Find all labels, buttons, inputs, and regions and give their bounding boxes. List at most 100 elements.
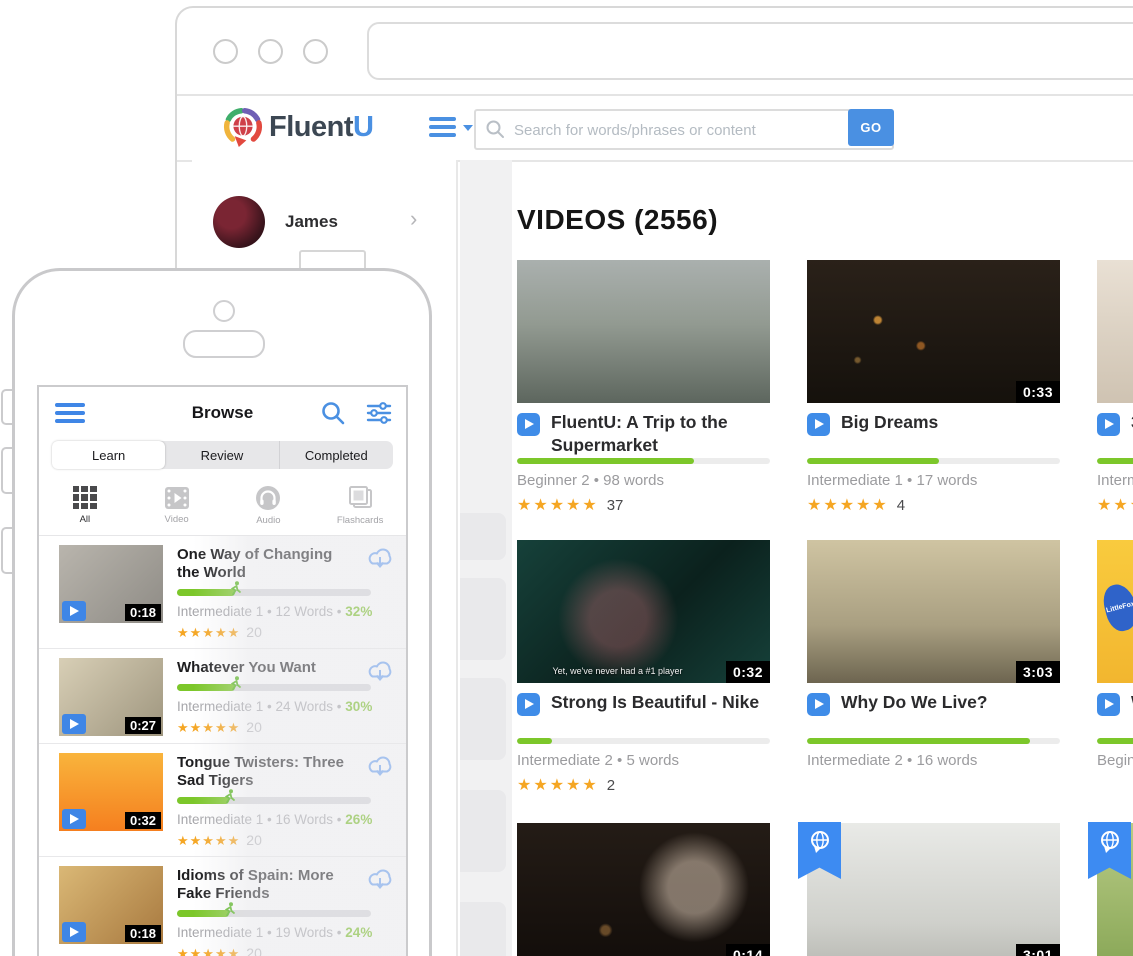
content-type-filters: All Video (39, 475, 406, 536)
video-thumbnail[interactable] (1097, 823, 1133, 956)
video-card[interactable]: 0:33 Big Dreams Intermediate 1 • 17 word… (807, 260, 1060, 515)
list-item[interactable]: 0:18 Idioms of Spain: More Fake Friends (39, 857, 406, 956)
video-thumbnail[interactable]: 0:32 (59, 753, 163, 831)
video-thumbnail[interactable]: 0:18 (59, 866, 163, 944)
phone-body: Browse Learn (12, 268, 432, 956)
video-icon (163, 486, 191, 510)
search-input[interactable] (512, 111, 836, 150)
progress-fill (177, 589, 235, 596)
video-card[interactable]: LittleFox W Begin (1097, 540, 1133, 795)
url-bar[interactable] (367, 22, 1133, 80)
duration-badge: 0:18 (125, 604, 161, 621)
video-thumbnail[interactable]: 3:03 (807, 540, 1060, 683)
download-cloud-icon[interactable] (364, 753, 396, 779)
video-title[interactable]: Strong Is Beautiful - Nike (551, 692, 759, 712)
video-title[interactable]: Whatever You Want (177, 659, 392, 677)
video-thumbnail[interactable] (517, 260, 770, 403)
video-title[interactable]: Idioms of Spain: More Fake Friends (177, 867, 392, 903)
flashcards-icon (346, 485, 374, 511)
app-search-icon[interactable] (320, 400, 346, 426)
play-icon (1097, 413, 1120, 436)
duration-badge: 3:01 (1016, 944, 1060, 956)
video-thumbnail[interactable]: 0:33 (807, 260, 1060, 403)
video-thumbnail[interactable]: 0:14 (517, 823, 770, 956)
meta-text: Intermediate 1 • 19 Words • (177, 925, 345, 940)
filter-audio[interactable]: Audio (223, 475, 315, 535)
progress-percent: 26% (345, 812, 372, 827)
video-card[interactable] (1097, 823, 1133, 956)
fluentu-wordmark[interactable]: FluentU (269, 111, 373, 144)
video-thumbnail[interactable]: 0:18 (59, 545, 163, 623)
rating-count: 20 (246, 945, 262, 956)
video-thumbnail[interactable]: Yet, we've never had a #1 player 0:32 (517, 540, 770, 683)
play-icon (517, 413, 540, 436)
tab-completed[interactable]: Completed (279, 441, 393, 469)
video-title[interactable]: Why Do We Live? (841, 692, 988, 712)
play-icon (62, 809, 86, 829)
window-button-2[interactable] (258, 39, 283, 64)
video-card[interactable]: FluentU: A Trip to the Supermarket Begin… (517, 260, 770, 515)
user-name[interactable]: James (285, 212, 338, 232)
filter-label: Flashcards (337, 515, 383, 526)
video-thumbnail[interactable] (1097, 260, 1133, 403)
video-card[interactable]: 3 Interm ★★★ (1097, 260, 1133, 515)
video-thumbnail[interactable]: 3:01 (807, 823, 1060, 956)
hidden-card-edge (460, 513, 506, 560)
play-icon (807, 413, 830, 436)
app-menu-icon[interactable] (55, 403, 85, 423)
play-icon (62, 714, 86, 734)
rating-count: 2 (607, 777, 615, 794)
hidden-card-edge (460, 902, 506, 956)
download-cloud-icon[interactable] (364, 658, 396, 684)
meta-text: Intermediate 1 • 16 Words • (177, 812, 345, 827)
video-card[interactable]: 3:01 (807, 823, 1060, 956)
filter-all[interactable]: All (39, 475, 131, 535)
meta-text: Intermediate 1 • 12 Words • (177, 604, 345, 619)
filter-label: All (80, 514, 91, 525)
rating-count: 20 (246, 624, 262, 640)
menu-hamburger-icon[interactable] (429, 117, 456, 137)
fluentu-logo-icon[interactable] (223, 107, 263, 147)
video-meta: Beginner 2 • 98 words (517, 472, 770, 489)
video-meta: Intermediate 2 • 16 words (807, 752, 1060, 769)
progress-fill (177, 910, 229, 917)
video-thumbnail[interactable]: LittleFox (1097, 540, 1133, 683)
download-cloud-icon[interactable] (364, 545, 396, 571)
video-card[interactable]: 3:03 Why Do We Live? Intermediate 2 • 16… (807, 540, 1060, 795)
star-rating: ★★★★★ (807, 497, 889, 514)
window-button-1[interactable] (213, 39, 238, 64)
star-rating: ★★★★★ (177, 625, 240, 640)
video-meta: Intermediate 1 • 17 words (807, 472, 1060, 489)
menu-caret-icon[interactable] (463, 125, 473, 131)
chevron-right-icon[interactable]: › (410, 206, 417, 232)
filter-video[interactable]: Video (131, 475, 223, 535)
app-title: Browse (39, 387, 406, 439)
sidebar-gutter (460, 160, 512, 956)
tab-review[interactable]: Review (165, 441, 278, 469)
progress-fill (807, 458, 939, 464)
play-icon (1097, 693, 1120, 716)
user-avatar[interactable] (213, 196, 265, 248)
video-title[interactable]: One Way of Changing the World (177, 546, 392, 582)
app-filter-icon[interactable] (366, 400, 392, 426)
download-cloud-icon[interactable] (364, 866, 396, 892)
video-thumbnail[interactable]: 0:27 (59, 658, 163, 736)
video-card[interactable]: 0:14 (517, 823, 770, 956)
page-title: VIDEOS (2556) (517, 204, 718, 236)
go-button[interactable]: GO (848, 109, 894, 146)
video-title[interactable]: FluentU: A Trip to the Supermarket (551, 412, 728, 455)
list-item[interactable]: 0:32 Tongue Twisters: Three Sad Tigers (39, 744, 406, 857)
rating-count: 4 (897, 497, 905, 514)
video-card[interactable]: Yet, we've never had a #1 player 0:32 St… (517, 540, 770, 795)
window-button-3[interactable] (303, 39, 328, 64)
hidden-card-edge (460, 790, 506, 872)
list-item[interactable]: 0:27 Whatever You Want (39, 649, 406, 744)
filter-flashcards[interactable]: Flashcards (314, 475, 406, 535)
phone-speaker (183, 330, 265, 358)
list-item[interactable]: 0:18 One Way of Changing the World (39, 536, 406, 649)
video-title[interactable]: Tongue Twisters: Three Sad Tigers (177, 754, 392, 790)
star-rating: ★★★★★ (517, 497, 599, 514)
video-title[interactable]: Big Dreams (841, 412, 938, 432)
tab-learn[interactable]: Learn (52, 441, 165, 469)
video-meta: Intermediate 2 • 5 words (517, 752, 770, 769)
